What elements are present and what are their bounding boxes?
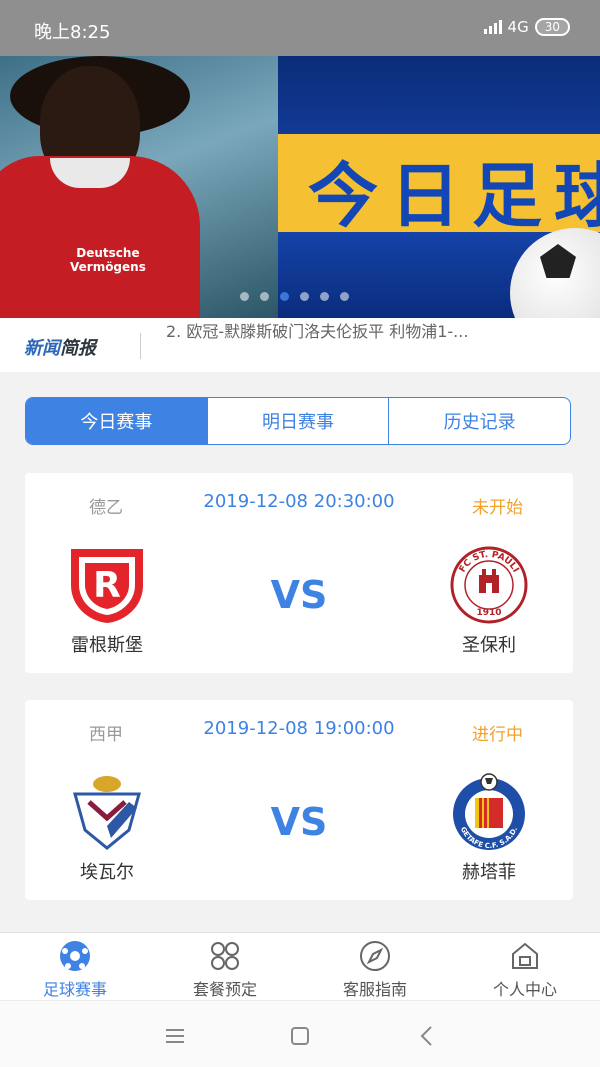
tab-personal-center[interactable]: 个人中心 bbox=[450, 933, 600, 1000]
away-team-name: 圣保利 bbox=[462, 635, 516, 656]
tab-tomorrow[interactable]: 明日赛事 bbox=[208, 398, 390, 444]
away-team-name: 赫塔菲 bbox=[462, 862, 516, 883]
battery-icon: 30 bbox=[534, 18, 570, 36]
tab-label: 套餐预定 bbox=[192, 980, 257, 999]
status-icons: 4G 30 bbox=[483, 18, 570, 36]
system-nav-bar bbox=[0, 1000, 600, 1067]
match-card[interactable]: 西甲 2019-12-08 19:00:00 进行中 VS GETAFE C.F… bbox=[25, 700, 573, 900]
banner-promo: 今日足球 bbox=[278, 56, 600, 318]
tab-package-booking[interactable]: 套餐预定 bbox=[150, 933, 300, 1000]
news-divider bbox=[140, 333, 141, 359]
carousel-dot[interactable] bbox=[340, 292, 349, 301]
network-label: 4G bbox=[507, 18, 529, 36]
carousel-dots[interactable] bbox=[240, 292, 349, 301]
match-card[interactable]: 德乙 2019-12-08 20:30:00 未开始 R VS FC ST. P… bbox=[25, 473, 573, 673]
soccer-ball-icon bbox=[60, 941, 90, 971]
news-logo: 新闻简报 bbox=[24, 334, 96, 360]
tab-label: 足球赛事 bbox=[42, 980, 107, 999]
home-icon bbox=[512, 942, 538, 969]
getafe-badge-icon: GETAFE C.F. S.A.D. bbox=[453, 773, 525, 850]
signal-icon bbox=[483, 20, 502, 34]
home-team-name: 埃瓦尔 bbox=[80, 862, 134, 883]
grid-icon bbox=[211, 942, 239, 970]
news-ticker[interactable]: 新闻简报 2. 欧冠-默滕斯破门洛夫伦扳平 利物浦1-... bbox=[0, 318, 600, 372]
carousel-dot[interactable] bbox=[280, 292, 289, 301]
news-logo-part1: 新闻 bbox=[24, 338, 60, 359]
home-team-name: 雷根斯堡 bbox=[71, 635, 143, 656]
banner-title: 今日足球 bbox=[308, 155, 600, 237]
battery-level: 30 bbox=[544, 20, 560, 34]
bottom-tab-bar: 足球赛事 套餐预定 客服指南 个人中心 bbox=[0, 932, 600, 1000]
banner-photo-player: Deutsche Vermögens bbox=[0, 56, 278, 318]
banner-carousel[interactable]: Deutsche Vermögens 今日足球 bbox=[0, 56, 600, 318]
tab-label: 客服指南 bbox=[342, 980, 407, 999]
menu-icon[interactable] bbox=[160, 1021, 190, 1051]
tab-label: 个人中心 bbox=[492, 980, 557, 999]
carousel-dot[interactable] bbox=[320, 292, 329, 301]
st-pauli-badge-icon: FC ST. PAULI 1910 bbox=[450, 546, 528, 624]
carousel-dot[interactable] bbox=[260, 292, 269, 301]
tab-football-matches[interactable]: 足球赛事 bbox=[0, 933, 150, 1000]
status-bar: 晚上8:25 4G 30 bbox=[0, 0, 600, 56]
match-status: 进行中 bbox=[472, 725, 523, 745]
sponsor-line-1: Deutsche bbox=[76, 246, 140, 260]
tab-today[interactable]: 今日赛事 bbox=[26, 398, 208, 444]
news-headline[interactable]: 2. 欧冠-默滕斯破门洛夫伦扳平 利物浦1-... bbox=[166, 318, 586, 342]
main-content: 今日赛事 明日赛事 历史记录 德乙 2019-12-08 20:30:00 未开… bbox=[0, 372, 600, 932]
compass-icon bbox=[360, 941, 390, 971]
news-logo-part2: 简报 bbox=[60, 338, 96, 359]
back-icon[interactable] bbox=[412, 1021, 442, 1051]
status-time: 晚上8:25 bbox=[34, 22, 111, 43]
svg-text:1910: 1910 bbox=[476, 608, 501, 618]
carousel-dot[interactable] bbox=[300, 292, 309, 301]
carousel-dot[interactable] bbox=[240, 292, 249, 301]
tab-history[interactable]: 历史记录 bbox=[389, 398, 570, 444]
sponsor-line-2: Vermögens bbox=[70, 260, 146, 274]
tab-customer-guide[interactable]: 客服指南 bbox=[300, 933, 450, 1000]
soccer-ball-image bbox=[510, 228, 600, 318]
match-tabs: 今日赛事 明日赛事 历史记录 bbox=[25, 397, 571, 445]
jersey-sponsor: Deutsche Vermögens bbox=[70, 246, 146, 274]
match-status: 未开始 bbox=[472, 498, 523, 518]
home-button-icon[interactable] bbox=[285, 1021, 315, 1051]
